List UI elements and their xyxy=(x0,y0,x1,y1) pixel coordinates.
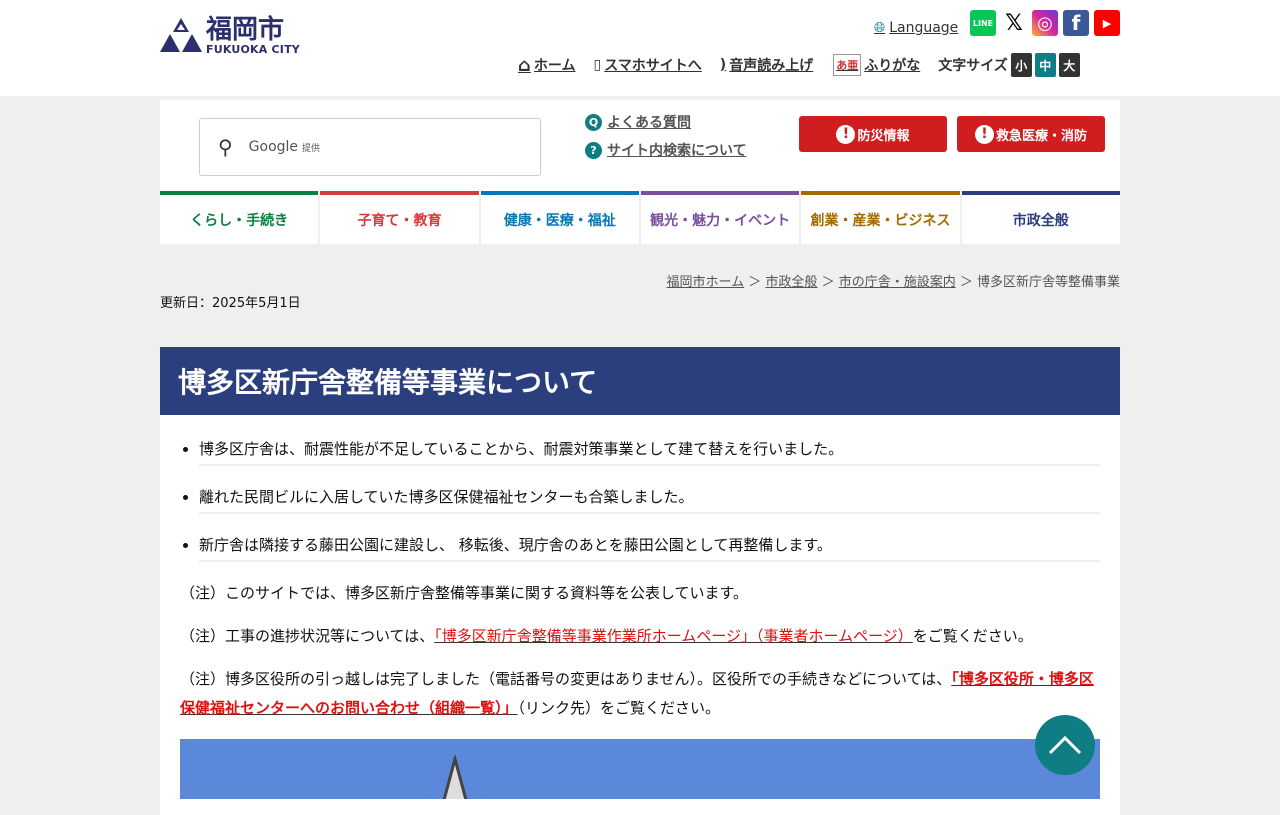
fukuoka-city-logo[interactable]: 福岡市 FUKUOKA CITY xyxy=(160,16,300,56)
line-icon[interactable]: LINE xyxy=(970,10,996,36)
note-text: （注）工事の進捗状況等については、「博多区新庁舎整備等事業作業所ホームページ」（… xyxy=(180,627,1033,645)
faq-link[interactable]: Q よくある質問 xyxy=(585,112,747,132)
furigana-icon: あ亜 xyxy=(833,54,862,76)
page-title: 博多区新庁舎整備等事業について xyxy=(160,347,1120,415)
smartphone-site-link[interactable]: ▯ スマホサイトへ xyxy=(593,55,701,75)
home-link[interactable]: ⌂ ホーム xyxy=(518,55,575,76)
city-emblem-icon xyxy=(160,18,202,52)
home-icon: ⌂ xyxy=(518,54,531,76)
search-input[interactable]: ⚲ Google 提供 xyxy=(199,118,541,176)
smartphone-icon: ▯ xyxy=(593,57,602,73)
breadcrumb: 福岡市ホーム ＞ 市政全般 ＞ 市の庁舎・施設案内 ＞ 博多区新庁舎等整備事業 xyxy=(666,275,1120,290)
building-roof-shape xyxy=(442,755,468,799)
alert-icon: ! xyxy=(974,124,994,144)
global-nav: くらし・手続き 子育て・教育 健康・医療・福祉 観光・魅力・イベント 創業・産業… xyxy=(160,191,1120,244)
disaster-info-button[interactable]: ! 防災情報 xyxy=(799,116,947,152)
nav-health[interactable]: 健康・医療・福祉 xyxy=(480,191,639,244)
font-size-control: 文字サイズ 小中大 xyxy=(938,53,1080,77)
search-area: ⚲ Google 提供 Q よくある質問 ? サイト内検索について ! 防災情報 ! 救急医… xyxy=(160,100,1120,191)
nav-business[interactable]: 創業・産業・ビジネス xyxy=(801,191,960,244)
nav-living[interactable]: くらし・手続き xyxy=(160,191,319,244)
about-search-link[interactable]: ? サイト内検索について xyxy=(585,140,747,160)
x-icon[interactable]: 𝕏 xyxy=(1001,10,1027,36)
furigana-link[interactable]: あ亜 ふりがな xyxy=(833,54,920,76)
breadcrumb-current: 博多区新庁舎等整備事業 xyxy=(976,275,1120,290)
utility-nav: ⌂ ホーム ▯ スマホサイトへ ) 音声読み上げ あ亜 ふりがな 文字サイズ 小中大 xyxy=(518,53,1080,77)
back-to-top-button[interactable] xyxy=(1035,715,1095,775)
main-content: 博多区庁舎は、耐震性能が不足していることから、耐震対策事業として建て替えを行いま… xyxy=(160,415,1120,815)
nav-childcare[interactable]: 子育て・教育 xyxy=(320,191,479,244)
nav-tourism[interactable]: 観光・魅力・イベント xyxy=(640,191,800,244)
help-icon: ? xyxy=(585,141,602,159)
youtube-icon[interactable]: ▶ xyxy=(1094,10,1120,36)
note-text: （注）このサイトでは、博多区新庁舎整備等事業に関する資料等を公表しています。 xyxy=(180,584,749,602)
instagram-icon[interactable]: ◎ xyxy=(1032,10,1058,36)
sound-icon: ) xyxy=(719,57,727,73)
site-header: 福岡市 FUKUOKA CITY 🌐︎ Language LINE 𝕏 ◎ f ▶ … xyxy=(0,0,1280,96)
globe-icon: 🌐︎ xyxy=(874,20,886,36)
nav-city-admin[interactable]: 市政全般 xyxy=(961,191,1120,244)
font-size-large[interactable]: 大 xyxy=(1058,53,1080,77)
updated-date: 更新日：2025年5月1日 xyxy=(160,296,301,311)
list-item: 博多区庁舎は、耐震性能が不足していることから、耐震対策事業として建て替えを行いま… xyxy=(199,435,1100,466)
note-text: （注）博多区役所の引っ越しは完了しました（電話番号の変更はありません）。区役所で… xyxy=(180,670,1094,717)
sns-links: LINE 𝕏 ◎ f ▶ xyxy=(970,10,1120,36)
font-size-medium[interactable]: 中 xyxy=(1034,53,1056,77)
emergency-button[interactable]: ! 救急医療・消防 xyxy=(957,116,1105,152)
construction-site-link[interactable]: 「博多区新庁舎整備等事業作業所ホームページ」（事業者ホームページ） xyxy=(434,627,913,645)
read-aloud-link[interactable]: ) 音声読み上げ xyxy=(720,55,813,75)
list-item: 離れた民間ビルに入居していた博多区保健福祉センターも合築しました。 xyxy=(199,483,1100,514)
facebook-icon[interactable]: f xyxy=(1063,10,1089,36)
chevron-up-icon xyxy=(1048,735,1082,755)
list-item: 新庁舎は隣接する藤田公園に建設し、 移転後、現庁舎のあとを藤田公園として再整備し… xyxy=(199,531,1100,562)
breadcrumb-link[interactable]: 市の庁舎・施設案内 xyxy=(839,275,956,290)
alert-icon: ! xyxy=(836,124,856,144)
building-photo xyxy=(180,739,1100,799)
language-link[interactable]: 🌐︎ Language xyxy=(874,20,958,36)
breadcrumb-link[interactable]: 市政全般 xyxy=(765,275,817,290)
q-icon: Q xyxy=(585,113,602,131)
font-size-small[interactable]: 小 xyxy=(1010,53,1032,77)
search-icon: ⚲ xyxy=(218,135,233,159)
breadcrumb-link[interactable]: 福岡市ホーム xyxy=(667,275,745,290)
